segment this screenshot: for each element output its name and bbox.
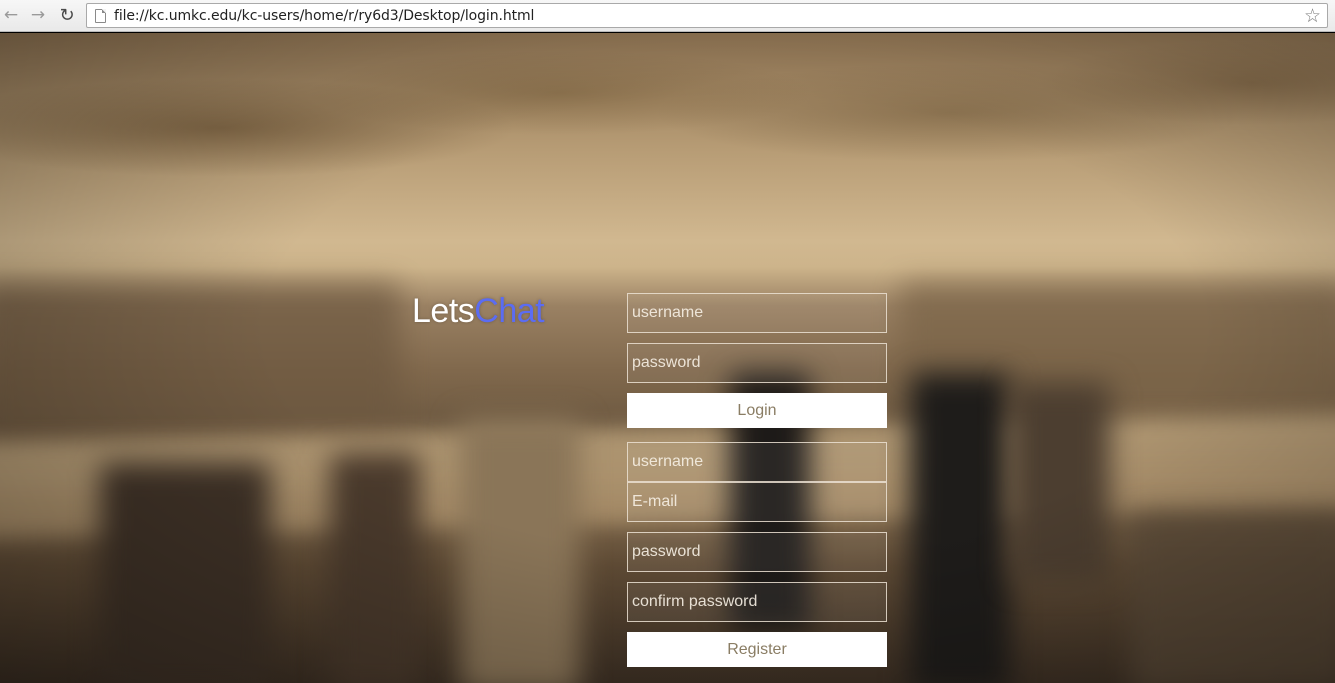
- address-bar[interactable]: file://kc.umkc.edu/kc-users/home/r/ry6d3…: [86, 3, 1328, 28]
- reload-icon[interactable]: ↻: [56, 4, 78, 26]
- browser-toolbar: ← → ↻ file://kc.umkc.edu/kc-users/home/r…: [0, 0, 1335, 32]
- register-username-input[interactable]: [627, 442, 887, 482]
- register-confirm-password-input[interactable]: [627, 582, 887, 622]
- page-icon: [95, 8, 106, 23]
- forward-arrow-icon[interactable]: →: [27, 4, 49, 26]
- logo-chat: Chat: [474, 292, 545, 330]
- login-password-input[interactable]: [627, 343, 887, 383]
- login-username-input[interactable]: [627, 293, 887, 333]
- app-logo: LetsChat: [412, 292, 545, 331]
- register-email-input[interactable]: [627, 482, 887, 522]
- register-button[interactable]: Register: [627, 632, 887, 667]
- register-password-input[interactable]: [627, 532, 887, 572]
- url-text[interactable]: file://kc.umkc.edu/kc-users/home/r/ry6d3…: [114, 8, 534, 24]
- logo-lets: Lets: [412, 292, 475, 330]
- login-button[interactable]: Login: [627, 393, 887, 428]
- bookmark-star-icon[interactable]: ☆: [1304, 5, 1321, 27]
- back-arrow-icon[interactable]: ←: [0, 4, 22, 26]
